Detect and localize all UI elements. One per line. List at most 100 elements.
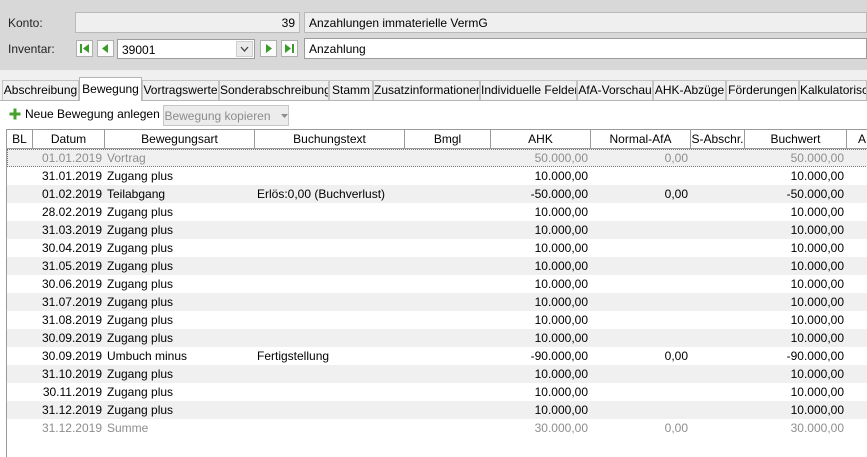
column-header-s-abschr[interactable]: S-Abschr.: [691, 130, 745, 148]
cell-buchungstext: [255, 365, 405, 383]
column-header-datum[interactable]: Datum: [33, 130, 105, 148]
tab-kalkulatorisch[interactable]: Kalkulatorisch: [799, 80, 867, 100]
cell-ahk: 30.000,00: [534, 421, 588, 435]
cell-bewegungsart: Vortrag: [107, 151, 146, 165]
cell-buchwert: 10.000,00: [790, 277, 844, 291]
cell-ahk: 10.000,00: [534, 205, 588, 219]
tab-bewegung[interactable]: Bewegung: [79, 77, 142, 101]
table-row[interactable]: 31.12.2019 Zugang plus 10.000,00 10.000,00: [7, 401, 867, 419]
table-row[interactable]: 30.04.2019 Zugang plus 10.000,00 10.000,00: [7, 239, 867, 257]
table-row[interactable]: 30.11.2019 Zugang plus 10.000,00 10.000,00: [7, 383, 867, 401]
konto-number-field: 39: [75, 12, 300, 33]
cell-buchwert: 30.000,00: [790, 421, 844, 435]
cell-buchungstext: [255, 293, 405, 311]
column-header-bewegungsart[interactable]: Bewegungsart: [105, 130, 255, 148]
table-row[interactable]: 30.09.2019 Zugang plus 10.000,00 10.000,00: [7, 329, 867, 347]
cell-bewegungsart: Zugang plus: [107, 367, 174, 381]
cell-buchwert: 10.000,00: [790, 385, 844, 399]
table-row[interactable]: 31.10.2019 Zugang plus 10.000,00 10.000,00: [7, 365, 867, 383]
table-row[interactable]: 31.12.2019 Summe 30.000,00 0,00 30.000,00: [7, 419, 867, 437]
konto-name-field: Anzahlungen immaterielle VermG: [304, 12, 867, 33]
next-record-button[interactable]: [260, 40, 277, 57]
movement-table: BL Datum Bewegungsart Buchungstext Bmgl …: [6, 129, 867, 457]
cell-normal-afa: [591, 365, 691, 383]
cell-buchungstext: [255, 311, 405, 329]
cell-bewegungsart: Zugang plus: [107, 331, 174, 345]
table-row[interactable]: 30.06.2019 Zugang plus 10.000,00 10.000,00: [7, 275, 867, 293]
tab-afa-vorschau[interactable]: AfA-Vorschau: [577, 80, 653, 100]
header-panel: Konto: 39 Anzahlungen immaterielle VermG…: [0, 0, 867, 70]
inventar-select[interactable]: 39001: [117, 39, 255, 59]
cell-normal-afa: 0,00: [664, 187, 688, 201]
last-record-button[interactable]: [281, 40, 298, 57]
cell-ahk: -50.000,00: [530, 187, 588, 201]
cell-buchungstext: [255, 401, 405, 419]
column-header-bl[interactable]: BL: [7, 130, 33, 148]
cell-ahk: 10.000,00: [534, 277, 588, 291]
konto-label: Konto:: [8, 16, 43, 30]
cell-datum: 31.12.2019: [41, 403, 102, 417]
cell-bewegungsart: Teilabgang: [107, 187, 166, 201]
table-row[interactable]: 31.08.2019 Zugang plus 10.000,00 10.000,00: [7, 311, 867, 329]
column-header-buchungstext[interactable]: Buchungstext: [255, 130, 405, 148]
tab-abschreibung[interactable]: Abschreibung: [2, 80, 79, 100]
tab-vortragswerte[interactable]: Vortragswerte: [142, 80, 219, 100]
table-row[interactable]: 01.01.2019 Vortrag 50.000,00 0,00 50.000,00: [7, 149, 867, 167]
tab-ahk-abzuege[interactable]: AHK-Abzüge: [653, 80, 726, 100]
cell-datum: 01.02.2019: [41, 187, 102, 201]
copy-movement-button[interactable]: Bewegung kopieren: [163, 105, 289, 126]
table-row[interactable]: 30.09.2019 Umbuch minus Fertigstellung -90.…: [7, 347, 867, 365]
cell-buchwert: 10.000,00: [790, 295, 844, 309]
cell-ahk: 10.000,00: [534, 403, 588, 417]
inventar-dropdown-button[interactable]: [236, 41, 253, 57]
column-header-normal-afa[interactable]: Normal-AfA: [591, 130, 691, 148]
cell-normal-afa: 0,00: [664, 151, 688, 165]
cell-ahk: 10.000,00: [534, 331, 588, 345]
tab-stamm[interactable]: Stamm: [329, 80, 373, 100]
table-row[interactable]: 31.05.2019 Zugang plus 10.000,00 10.000,00: [7, 257, 867, 275]
first-record-button[interactable]: [76, 40, 93, 57]
inventar-name-field: Anzahlung: [304, 38, 867, 59]
inventar-label: Inventar:: [8, 42, 55, 56]
column-header-buchwert[interactable]: Buchwert: [745, 130, 847, 148]
cell-bewegungsart: Zugang plus: [107, 169, 174, 183]
cell-bewegungsart: Zugang plus: [107, 205, 174, 219]
tab-foerderungen[interactable]: Förderungen: [726, 80, 799, 100]
cell-buchungstext: [255, 275, 405, 293]
cell-bewegungsart: Zugang plus: [107, 259, 174, 273]
tab-individuelle-felder[interactable]: Individuelle Felder: [480, 80, 577, 100]
column-header-bmgl[interactable]: Bmgl: [405, 130, 491, 148]
table-row[interactable]: 01.02.2019 Teilabgang Erlös:0,00 (Buchverl…: [7, 185, 867, 203]
cell-buchungstext: Erlös:0,00 (Buchverlust): [257, 187, 386, 201]
cell-normal-afa: [591, 293, 691, 311]
table-row[interactable]: 31.01.2019 Zugang plus 10.000,00 10.000,00: [7, 167, 867, 185]
cell-buchwert: -90.000,00: [786, 349, 844, 363]
cell-datum: 31.10.2019: [41, 367, 102, 381]
table-header: BL Datum Bewegungsart Buchungstext Bmgl …: [7, 130, 867, 149]
cell-bewegungsart: Summe: [107, 421, 149, 435]
cell-ahk: 10.000,00: [534, 259, 588, 273]
table-row[interactable]: 31.03.2019 Zugang plus 10.000,00 10.000,00: [7, 221, 867, 239]
previous-record-button[interactable]: [97, 40, 114, 57]
cell-normal-afa: [591, 203, 691, 221]
tab-zusatzinformationen[interactable]: Zusatzinformationen: [373, 80, 480, 100]
cell-buchungstext: [255, 383, 405, 401]
cell-ahk: 10.000,00: [534, 385, 588, 399]
cell-buchwert: 10.000,00: [790, 313, 844, 327]
table-row[interactable]: 28.02.2019 Zugang plus 10.000,00 10.000,00: [7, 203, 867, 221]
cell-datum: 28.02.2019: [41, 205, 102, 219]
cell-normal-afa: [591, 401, 691, 419]
cell-buchwert: 10.000,00: [790, 241, 844, 255]
cell-datum: 31.05.2019: [41, 259, 102, 273]
column-header-ahk[interactable]: AHK: [491, 130, 591, 148]
tab-sonderabschreibung[interactable]: Sonderabschreibung: [219, 80, 329, 100]
cell-buchungstext: [255, 203, 405, 221]
column-header-a[interactable]: A: [847, 130, 867, 148]
cell-datum: 31.03.2019: [41, 223, 102, 237]
new-movement-button[interactable]: Neue Bewegung anlegen: [9, 107, 160, 121]
cell-normal-afa: 0,00: [664, 349, 688, 363]
cell-ahk: 10.000,00: [534, 295, 588, 309]
next-record-icon: [266, 44, 272, 53]
cell-datum: 31.08.2019: [41, 313, 102, 327]
table-row[interactable]: 31.07.2019 Zugang plus 10.000,00 10.000,00: [7, 293, 867, 311]
